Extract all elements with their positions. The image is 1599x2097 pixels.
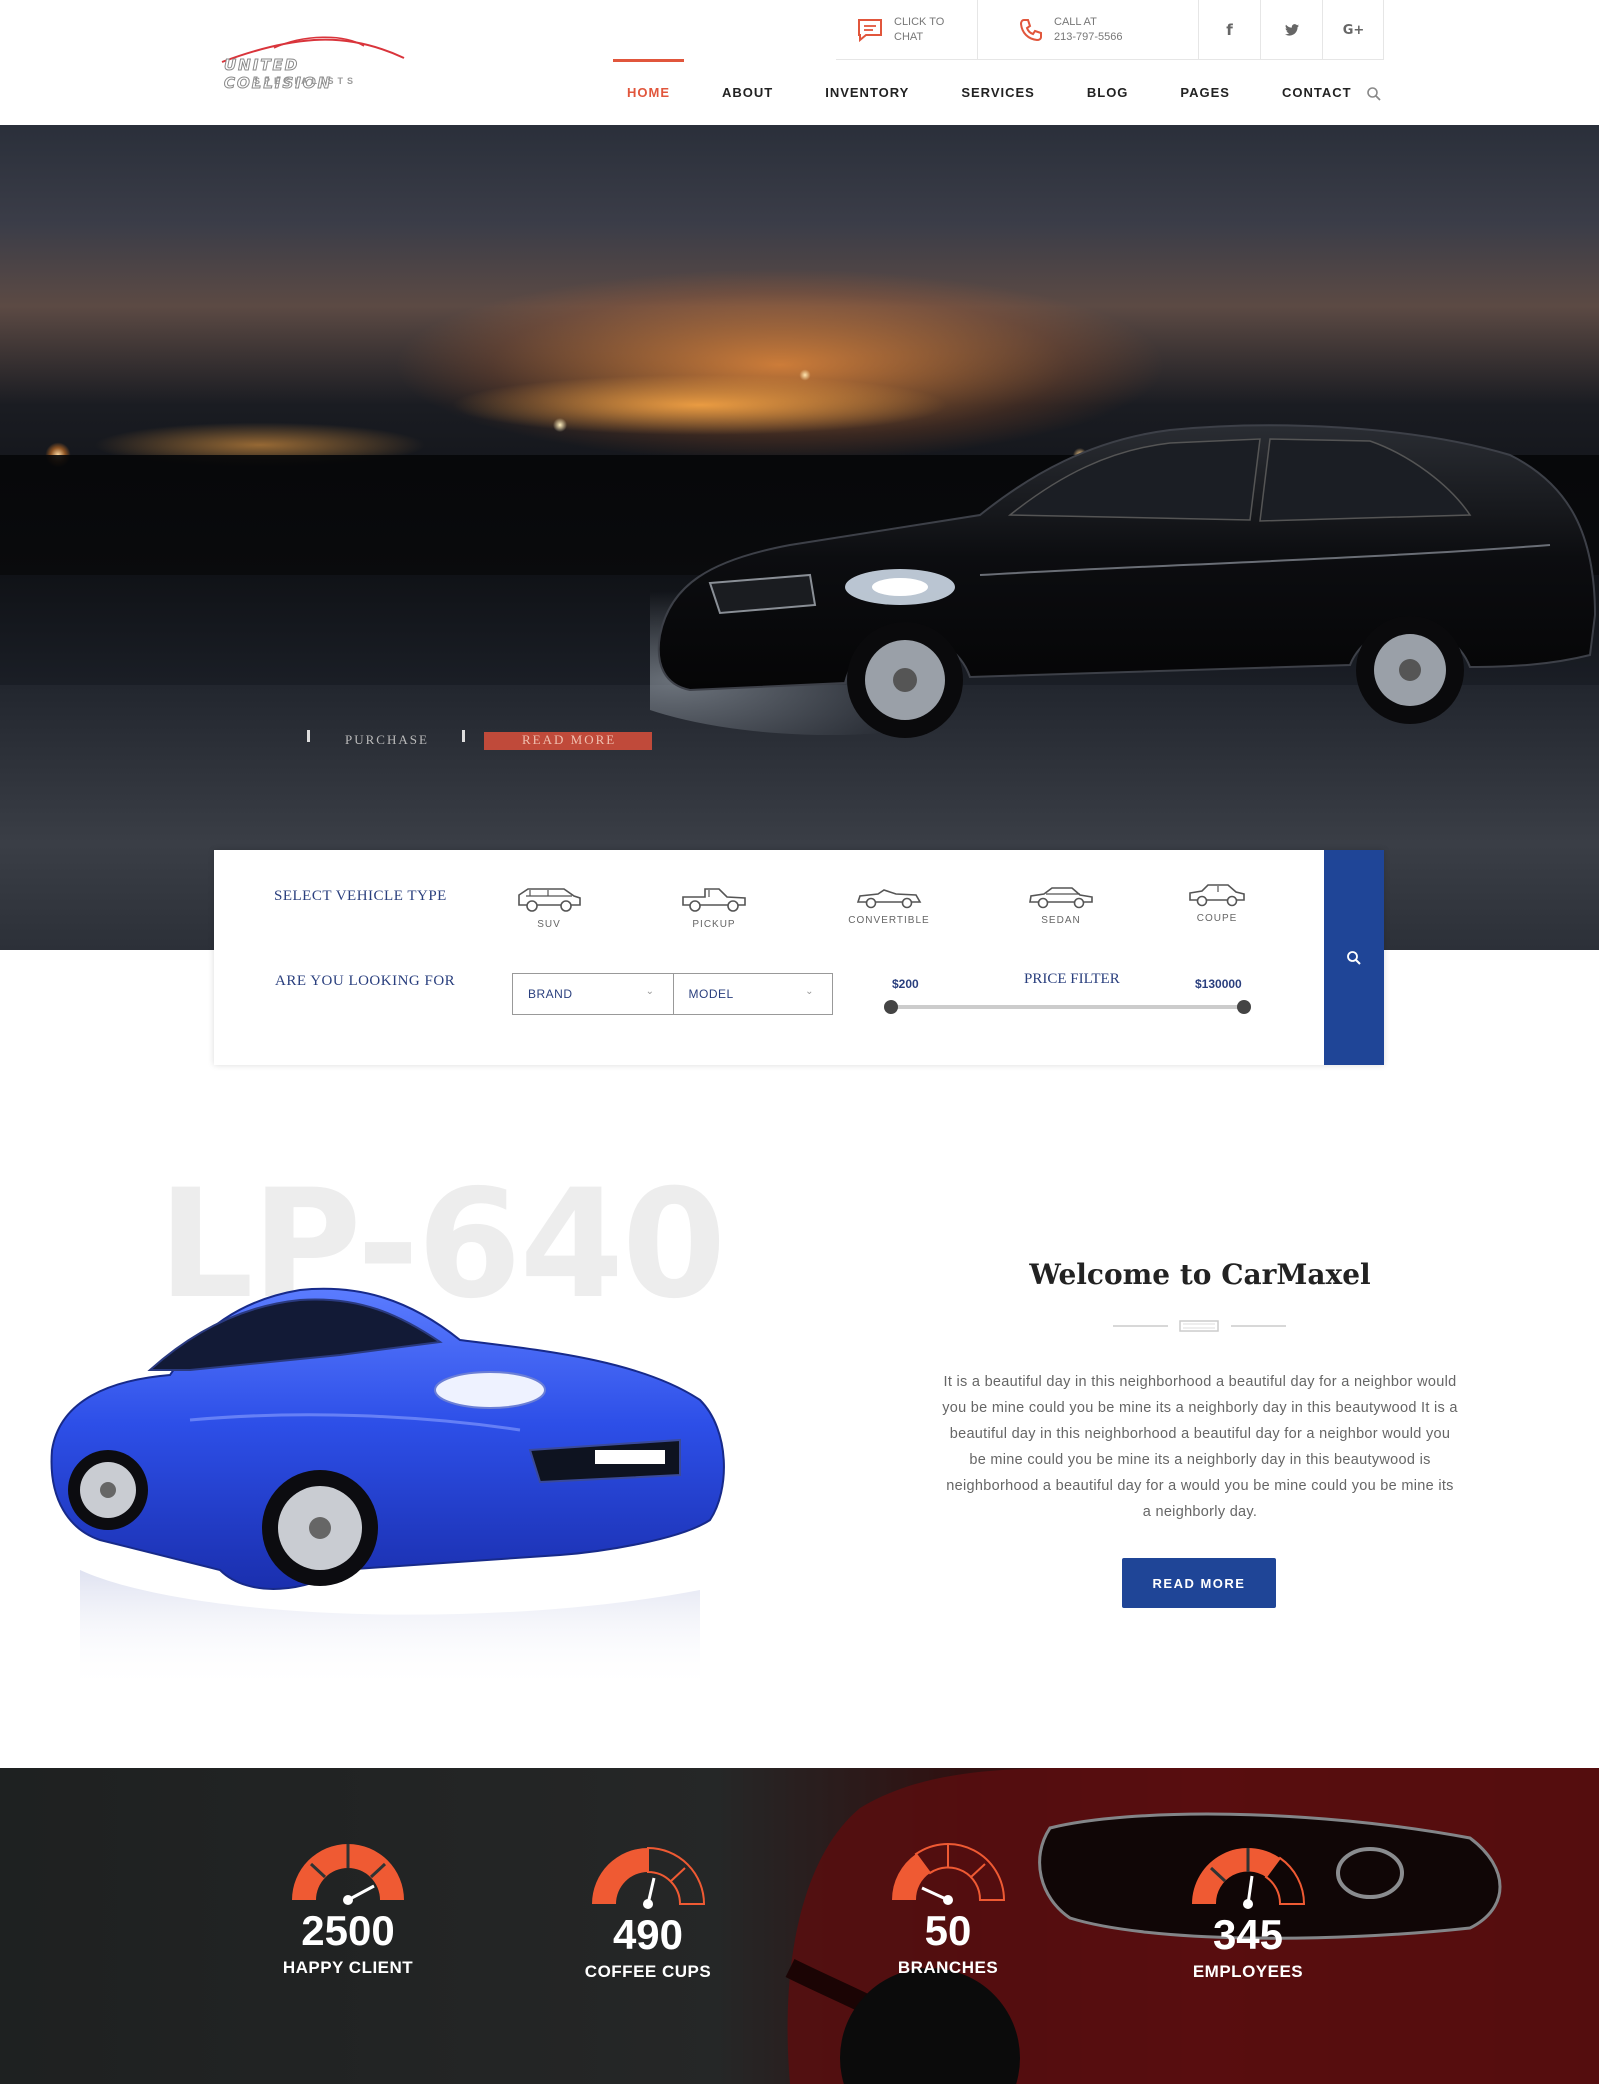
- convertible-icon: [856, 889, 922, 909]
- counter-coffee-cups: 490 COFFEE CUPS: [548, 1842, 748, 1982]
- purchase-button[interactable]: PURCHASE: [345, 732, 445, 750]
- speedometer-icon: [892, 1843, 1006, 1905]
- nav-services[interactable]: SERVICES: [947, 60, 1049, 125]
- vehicle-type-label-pickup: PICKUP: [692, 919, 736, 930]
- price-min: $200: [892, 977, 919, 991]
- vehicle-type-convertible[interactable]: CONVERTIBLE: [844, 885, 934, 926]
- vehicle-type-suv[interactable]: SUV: [504, 885, 594, 930]
- divider: [462, 730, 465, 742]
- welcome-body-text: It is a beautiful day in this neighborho…: [942, 1374, 1458, 1520]
- vehicle-type-sedan[interactable]: SEDAN: [1016, 885, 1106, 926]
- chat-line1: Click to: [894, 16, 945, 28]
- vehicle-type-label-convertible: CONVERTIBLE: [848, 915, 930, 926]
- sedan-icon: [1029, 887, 1093, 909]
- coupe-icon: [1189, 884, 1245, 907]
- counter-branches: 50 BRANCHES: [848, 1838, 1048, 1978]
- nav-pages[interactable]: PAGES: [1166, 60, 1244, 125]
- price-slider-min-handle[interactable]: [884, 1000, 898, 1014]
- model-select-value: MODEL: [688, 987, 734, 1001]
- counter-label: COFFEE CUPS: [584, 1962, 712, 1982]
- counter-employees: 345 EMPLOYEES: [1148, 1842, 1348, 1982]
- vehicle-type-label-sedan: SEDAN: [1041, 915, 1081, 926]
- chat-icon: [858, 19, 882, 43]
- price-filter-label: PRICE FILTER: [1024, 971, 1120, 987]
- speedometer-icon: [1192, 1847, 1306, 1909]
- speedometer-icon: [292, 1844, 404, 1905]
- welcome-read-more-button[interactable]: READ MORE: [1122, 1558, 1276, 1608]
- brand-select-value: BRAND: [528, 987, 573, 1001]
- call-us[interactable]: Call at 213-797-5566: [1018, 0, 1123, 60]
- counter-value: 345: [1212, 1911, 1284, 1958]
- vehicle-type-label-suv: SUV: [537, 919, 561, 930]
- blue-sports-car-image: [50, 1287, 725, 1690]
- hero-slider: PURCHASE READ MORE: [0, 125, 1599, 950]
- call-line1: Call at: [1054, 16, 1097, 28]
- divider: [307, 730, 310, 742]
- chevron-down-icon: ⌄: [805, 986, 814, 997]
- search-icon: [1347, 950, 1361, 965]
- price-max: $130000: [1195, 977, 1242, 991]
- nav-contact[interactable]: CONTACT: [1268, 60, 1366, 125]
- facebook-icon[interactable]: f: [1199, 0, 1260, 60]
- vehicle-type-label-coupe: COUPE: [1196, 913, 1238, 924]
- click-to-chat[interactable]: Click to Chat: [856, 0, 944, 60]
- title-divider: [1113, 1320, 1286, 1332]
- nav-about[interactable]: ABOUT: [708, 60, 787, 125]
- welcome-title: Welcome to CarMaxel: [1029, 1258, 1371, 1291]
- divider: [1383, 0, 1384, 60]
- call-phone-number: 213-797-5566: [1054, 31, 1123, 43]
- counter-label: EMPLOYEES: [1192, 1962, 1304, 1982]
- counter-value: 490: [612, 1911, 684, 1958]
- logo-subtext: SPECIALISTS: [254, 76, 358, 86]
- search-icon[interactable]: [1366, 86, 1382, 102]
- chat-line2: Chat: [894, 31, 924, 43]
- logo-text: UNITED COLLISION: [224, 56, 333, 93]
- pickup-icon: [682, 888, 746, 912]
- main-nav: HOME ABOUT INVENTORY SERVICES BLOG PAGES…: [613, 59, 1366, 125]
- price-slider-max-handle[interactable]: [1237, 1000, 1251, 1014]
- twitter-icon[interactable]: [1261, 0, 1322, 60]
- phone-icon: [1019, 19, 1042, 42]
- suv-icon: [518, 888, 581, 912]
- counter-happy-client: 2500 HAPPY CLIENT: [248, 1838, 448, 1978]
- google-plus-icon[interactable]: G+: [1323, 0, 1384, 60]
- counter-value: 50: [924, 1907, 972, 1954]
- search-button[interactable]: [1324, 850, 1384, 1065]
- counter-label: HAPPY CLIENT: [282, 1958, 414, 1978]
- counter-label: BRANCHES: [897, 1958, 999, 1978]
- logo[interactable]: UNITED COLLISION SPECIALISTS: [214, 30, 414, 94]
- brand-model-selects: BRAND ⌄ MODEL ⌄: [512, 973, 833, 1015]
- nav-home[interactable]: HOME: [613, 59, 684, 125]
- brand-select[interactable]: BRAND ⌄: [513, 974, 673, 1014]
- hero-read-more-button[interactable]: READ MORE: [484, 732, 652, 750]
- vehicle-search-panel: SELECT VEHICLE TYPE SUV PICKUP CONVERTIB…: [214, 850, 1384, 1065]
- model-select[interactable]: MODEL ⌄: [672, 974, 833, 1014]
- chevron-down-icon: ⌄: [645, 986, 655, 997]
- site-header: UNITED COLLISION SPECIALISTS Click to Ch…: [0, 0, 1599, 125]
- speedometer-icon: [592, 1846, 706, 1909]
- vehicle-type-label: SELECT VEHICLE TYPE: [274, 888, 447, 904]
- nav-inventory[interactable]: INVENTORY: [811, 60, 923, 125]
- price-slider-track[interactable]: [887, 1005, 1243, 1009]
- counter-value: 2500: [301, 1907, 395, 1954]
- top-bar: Click to Chat Call at 213-797-5566 f G+: [836, 0, 1384, 60]
- hero-car-image: [650, 424, 1597, 738]
- stats-counters: 2500 HAPPY CLIENT 490 COFFEE CUPS 50 BRA…: [0, 1768, 1599, 2084]
- divider: [977, 0, 978, 60]
- vehicle-type-pickup[interactable]: PICKUP: [669, 885, 759, 930]
- nav-blog[interactable]: BLOG: [1073, 60, 1143, 125]
- vehicle-type-coupe[interactable]: COUPE: [1172, 883, 1262, 924]
- looking-for-label: ARE YOU LOOKING FOR: [275, 973, 456, 989]
